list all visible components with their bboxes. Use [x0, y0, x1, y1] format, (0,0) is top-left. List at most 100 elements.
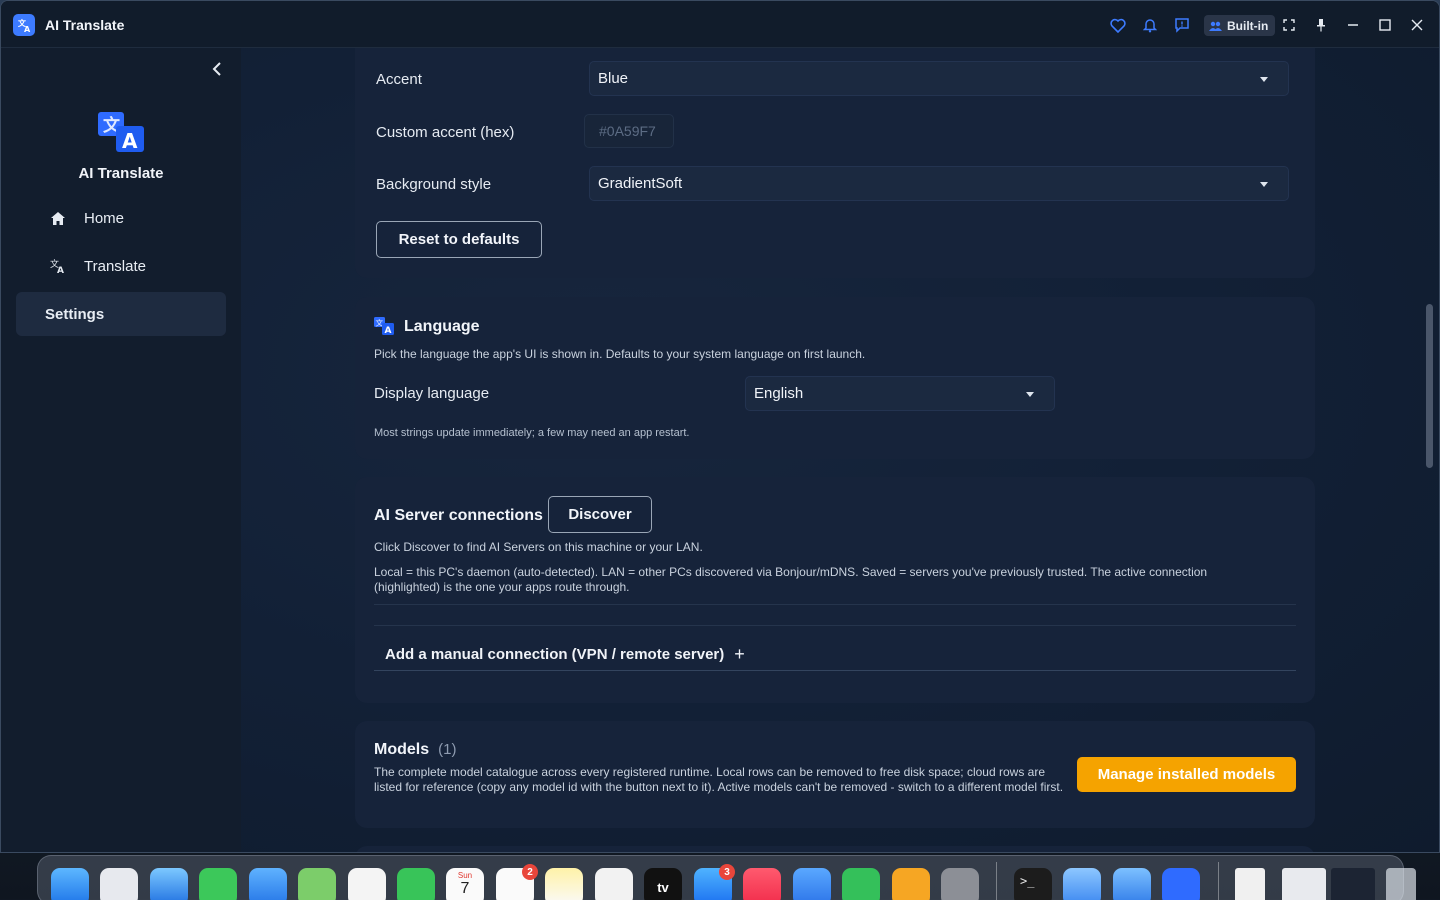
background-style-select[interactable]: GradientSoft — [589, 166, 1289, 201]
calendar-icon[interactable]: Sun 7 — [446, 868, 484, 900]
collapse-sidebar-button[interactable] — [206, 58, 228, 80]
builtin-badge[interactable]: Built-in — [1204, 15, 1276, 36]
minimize-icon[interactable] — [1343, 15, 1363, 35]
display-language-select[interactable]: English — [745, 376, 1055, 411]
caret-down-icon — [1260, 77, 1268, 82]
window-thumbnail[interactable] — [1282, 868, 1326, 900]
chevron-left-icon — [212, 62, 221, 76]
ai-translate-dock-icon[interactable] — [1162, 868, 1200, 900]
reminders-badge: 2 — [522, 864, 538, 880]
divider — [374, 604, 1296, 605]
models-title: Models — [374, 741, 430, 758]
caret-down-icon — [1026, 392, 1034, 397]
sidebar-item-settings[interactable]: Settings — [16, 292, 226, 336]
reset-defaults-button[interactable]: Reset to defaults — [376, 221, 542, 258]
sidebar-item-home[interactable]: Home — [16, 196, 226, 240]
models-description: The complete model catalogue across ever… — [374, 765, 1064, 794]
document-thumbnail[interactable] — [1235, 868, 1265, 900]
display-language-value: English — [754, 385, 804, 402]
system-settings-icon[interactable] — [941, 868, 979, 900]
keynote-icon[interactable] — [793, 868, 831, 900]
language-description: Pick the language the app's UI is shown … — [374, 347, 866, 361]
servers-title: AI Server connections — [374, 507, 543, 524]
photos-icon[interactable] — [348, 868, 386, 900]
terminal-prompt: >_ — [1020, 874, 1035, 888]
fan-app-icon[interactable] — [1113, 868, 1151, 900]
launchpad-icon[interactable] — [100, 868, 138, 900]
finder-icon[interactable] — [51, 868, 89, 900]
sidebar-app-name: AI Translate — [78, 165, 164, 182]
trash-icon[interactable] — [1386, 868, 1416, 900]
builtin-label: Built-in — [1227, 18, 1269, 33]
bell-icon[interactable] — [1140, 15, 1160, 35]
safari-icon[interactable] — [150, 868, 188, 900]
discover-button[interactable]: Discover — [548, 496, 652, 533]
language-icon: 文A — [374, 317, 394, 336]
language-note: Most strings update immediately; a few m… — [374, 427, 690, 439]
accent-label: Accent — [376, 71, 422, 88]
files-icon[interactable] — [1063, 868, 1101, 900]
dock-divider — [1218, 862, 1219, 900]
servers-explainer: Local = this PC's daemon (auto-detected)… — [374, 565, 1208, 594]
custom-accent-label: Custom accent (hex) — [376, 124, 515, 141]
manage-models-button[interactable]: Manage installed models — [1077, 757, 1296, 792]
sidebar-item-label: Translate — [84, 257, 146, 275]
pin-icon[interactable] — [1311, 15, 1331, 35]
music-icon[interactable] — [743, 868, 781, 900]
background-style-label: Background style — [376, 176, 492, 193]
language-card: 文A Language Pick the language the app's … — [355, 297, 1315, 459]
window-thumbnail[interactable] — [1331, 868, 1375, 900]
window-title: AI Translate — [45, 17, 125, 33]
heart-icon[interactable] — [1108, 15, 1128, 35]
app-logo-icon: 文 A — [96, 110, 146, 154]
feedback-icon[interactable] — [1172, 15, 1192, 35]
dock: Sun 7 2 tv 3 >_ — [37, 855, 1416, 900]
svg-text:A: A — [122, 129, 138, 153]
next-card — [355, 846, 1315, 852]
sidebar-item-translate[interactable]: 文A Translate — [16, 244, 226, 288]
sidebar: 文 A AI Translate Home 文A Translate Setti… — [1, 48, 241, 852]
add-manual-connection[interactable]: Add a manual connection (VPN / remote se… — [385, 644, 745, 665]
divider — [374, 670, 1296, 671]
apple-tv-icon[interactable]: tv — [644, 868, 682, 900]
freeform-icon[interactable] — [595, 868, 633, 900]
plus-icon: + — [734, 644, 745, 664]
models-count: (1) — [438, 741, 457, 758]
add-manual-connection-label: Add a manual connection (VPN / remote se… — [385, 646, 725, 663]
notes-icon[interactable] — [545, 868, 583, 900]
language-title: Language — [404, 318, 480, 335]
mail-icon[interactable] — [249, 868, 287, 900]
facetime-icon[interactable] — [397, 868, 435, 900]
app-window: 文A AI Translate Built-in 文 A AI Translat… — [0, 0, 1440, 853]
sidebar-item-label: Home — [84, 209, 125, 227]
close-icon[interactable] — [1407, 15, 1427, 35]
calendar-day: 7 — [460, 880, 470, 897]
accent-select[interactable]: Blue — [589, 61, 1289, 96]
fullscreen-icon[interactable] — [1279, 15, 1299, 35]
dock-divider — [996, 862, 997, 900]
users-icon — [1209, 21, 1222, 31]
sidebar-item-label: Settings — [45, 305, 105, 323]
pages-icon[interactable] — [892, 868, 930, 900]
maximize-icon[interactable] — [1375, 15, 1395, 35]
settings-content: Accent Blue Custom accent (hex) #0A59F7 … — [241, 48, 1439, 852]
appearance-card: Accent Blue Custom accent (hex) #0A59F7 … — [355, 48, 1315, 278]
svg-text:A: A — [57, 266, 64, 274]
maps-icon[interactable] — [298, 868, 336, 900]
calendar-month: Sun — [457, 871, 473, 880]
terminal-icon[interactable]: >_ — [1014, 868, 1052, 900]
display-language-label: Display language — [374, 385, 490, 402]
models-card: Models (1) The complete model catalogue … — [355, 721, 1315, 828]
background-style-value: GradientSoft — [598, 175, 683, 192]
caret-down-icon — [1260, 182, 1268, 187]
divider — [374, 625, 1296, 626]
scrollbar[interactable] — [1426, 304, 1433, 468]
messages-icon[interactable] — [199, 868, 237, 900]
custom-accent-input[interactable]: #0A59F7 — [584, 114, 674, 148]
servers-description: Click Discover to find AI Servers on thi… — [374, 540, 703, 554]
accent-value: Blue — [598, 70, 629, 87]
numbers-icon[interactable] — [842, 868, 880, 900]
servers-card: AI Server connections Discover Click Dis… — [355, 477, 1315, 703]
title-bar: 文A AI Translate Built-in — [1, 1, 1439, 48]
models-heading: Models (1) — [374, 741, 456, 759]
